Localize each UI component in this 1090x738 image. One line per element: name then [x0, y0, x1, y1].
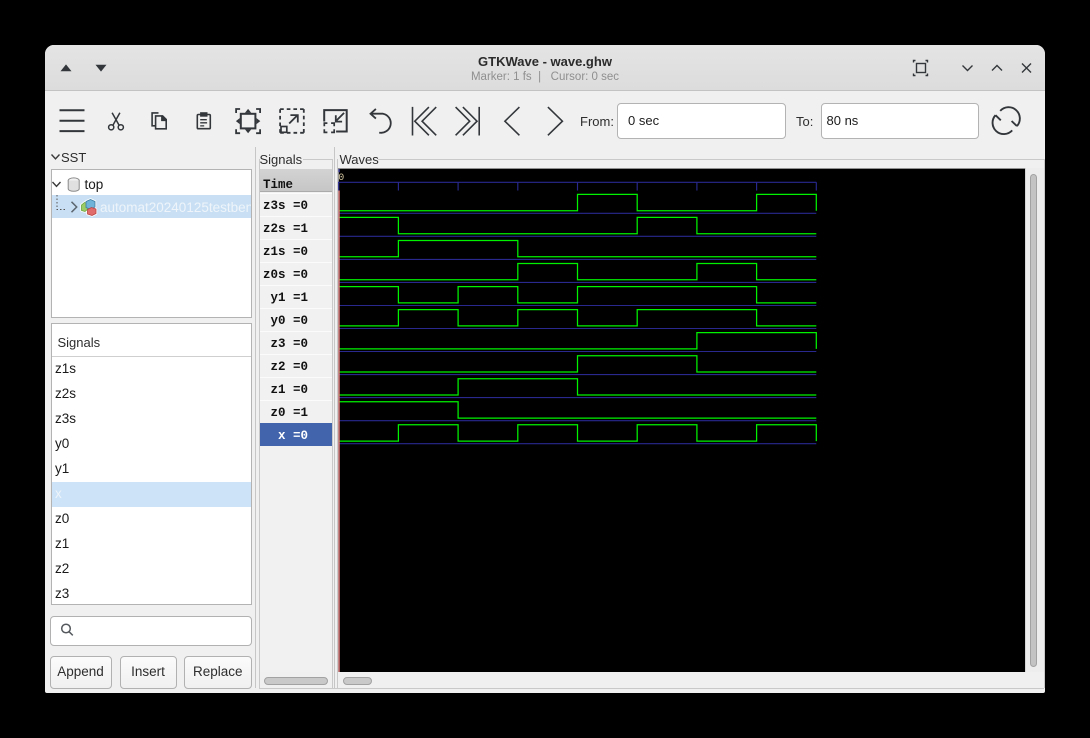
svg-text:0: 0 — [338, 173, 344, 184]
